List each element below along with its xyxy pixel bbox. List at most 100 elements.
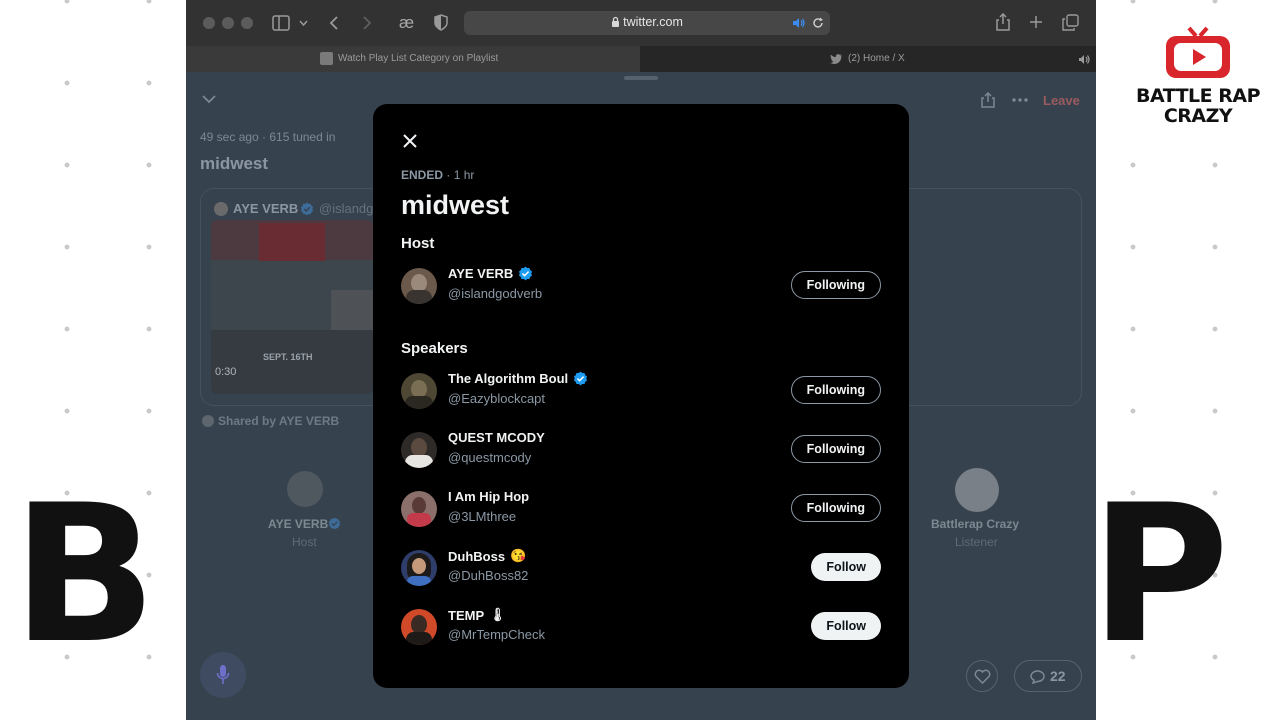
speaker-row[interactable]: QUEST MCODY @questmcody Following: [401, 429, 881, 469]
host-row[interactable]: AYE VERB @islandgodverb Following: [401, 265, 881, 305]
chat-bubble-icon: [1030, 670, 1045, 684]
person-handle: @Eazyblockcapt: [448, 391, 546, 406]
avatar: [401, 609, 437, 645]
verified-badge-icon: [300, 202, 314, 216]
kiss-emoji-icon: 😘: [510, 548, 527, 563]
speaker-row[interactable]: The Algorithm Boul @Eazyblockcapt Follow…: [401, 370, 881, 410]
chevron-down-icon[interactable]: [299, 19, 308, 27]
person-name: TEMP 🌡: [448, 607, 506, 623]
host-heading: Host: [401, 235, 435, 252]
close-icon[interactable]: [400, 131, 420, 151]
space-meta: 49 sec ago · 615 tuned in: [200, 130, 336, 144]
browser-toolbar: æ twitter.com: [186, 0, 1096, 46]
speaker-row[interactable]: DuhBoss 😘 @DuhBoss82 Follow: [401, 547, 881, 587]
avatar: [401, 432, 437, 468]
person-name: The Algorithm Boul: [448, 371, 588, 386]
drag-handle[interactable]: [624, 76, 658, 80]
host-avatar[interactable]: [287, 471, 323, 507]
zoom-window-button[interactable]: [241, 17, 253, 29]
brand-name: BATTLE RAP CRAZY: [1135, 85, 1261, 127]
person-name: QUEST MCODY: [448, 430, 545, 445]
bird-favicon-icon: [830, 54, 842, 64]
status-duration: · 1 hr: [446, 168, 475, 182]
following-button[interactable]: Following: [790, 494, 881, 522]
shared-by-avatar: [202, 415, 214, 427]
brand-name-line2: CRAZY: [1163, 105, 1233, 127]
follow-button[interactable]: Follow: [811, 553, 881, 581]
tab-home-x-label: (2) Home / X: [848, 53, 905, 64]
card-host-avatar: [214, 202, 228, 216]
extension-ae-icon[interactable]: æ: [399, 12, 414, 34]
thumb-sign: [331, 290, 373, 330]
follow-button[interactable]: Follow: [811, 612, 881, 640]
back-icon[interactable]: [329, 15, 339, 31]
tab-playlist[interactable]: Watch Play List Category on Playlist: [186, 46, 640, 72]
avatar: [401, 491, 437, 527]
leave-button[interactable]: Leave: [1043, 93, 1080, 108]
collapse-chevron-icon[interactable]: [202, 94, 216, 104]
mic-button[interactable]: [200, 652, 246, 698]
audio-playing-icon[interactable]: [792, 17, 806, 29]
following-button[interactable]: Following: [790, 376, 881, 404]
avatar: [401, 550, 437, 586]
tab-audio-icon[interactable]: [1078, 54, 1091, 65]
space-status: ENDED · 1 hr: [401, 168, 474, 182]
modal-title: midwest: [401, 190, 510, 220]
more-options-icon[interactable]: [1012, 98, 1028, 102]
speaker-name-text: TEMP: [448, 607, 485, 623]
tab-home-x[interactable]: (2) Home / X: [640, 46, 1096, 72]
shared-by-text: Shared by AYE VERB: [218, 414, 340, 428]
thumb-time-text: 0:30: [215, 366, 237, 378]
thermometer-emoji-icon: 🌡: [489, 607, 506, 622]
reload-icon[interactable]: [812, 17, 824, 29]
address-bar[interactable]: twitter.com: [464, 11, 830, 35]
comments-button[interactable]: 22: [1014, 660, 1082, 692]
speaker-name-text: I Am Hip Hop: [448, 489, 530, 504]
mic-icon: [216, 665, 230, 684]
status-label: ENDED: [401, 168, 444, 182]
host-name: AYE VERB: [268, 517, 329, 531]
verified-badge-icon: [574, 371, 588, 386]
speaker-name-text: QUEST MCODY: [448, 430, 545, 445]
person-name: I Am Hip Hop: [448, 489, 529, 504]
privacy-shield-icon[interactable]: [434, 14, 448, 31]
following-button[interactable]: Following: [790, 271, 881, 299]
speakers-heading: Speakers: [401, 340, 468, 357]
tv-play-icon: [1166, 26, 1230, 78]
person-handle: @DuhBoss82: [448, 568, 529, 583]
forward-icon[interactable]: [362, 15, 372, 31]
share-space-icon[interactable]: [981, 92, 995, 108]
person-name: DuhBoss 😘: [448, 548, 526, 564]
url-text: twitter.com: [464, 15, 830, 29]
speaker-row[interactable]: I Am Hip Hop @3LMthree Following: [401, 488, 881, 528]
speaker-name-text: DuhBoss: [448, 548, 506, 564]
tab-overview-icon[interactable]: [1062, 14, 1079, 31]
brand-name-line1: BATTLE RAP: [1135, 85, 1261, 107]
thumb-date-text: SEPT. 16TH: [263, 352, 313, 362]
comments-count: 22: [1050, 668, 1066, 684]
verified-badge-icon: [328, 517, 341, 530]
speaker-row[interactable]: TEMP 🌡 @MrTempCheck Follow: [401, 606, 881, 646]
person-name: AYE VERB: [448, 266, 533, 281]
share-icon[interactable]: [996, 13, 1010, 31]
react-button[interactable]: [966, 660, 998, 692]
card-host-name: AYE VERB: [233, 201, 299, 216]
heart-plus-icon: [974, 669, 991, 684]
following-button[interactable]: Following: [790, 435, 881, 463]
brand-logo: BATTLE RAP CRAZY: [1128, 14, 1268, 154]
playlist-favicon-icon: [320, 52, 333, 65]
sidebar-icon[interactable]: [272, 15, 290, 31]
person-handle: @MrTempCheck: [448, 627, 545, 642]
minimize-window-button[interactable]: [222, 17, 234, 29]
new-tab-icon[interactable]: [1029, 15, 1043, 29]
lock-icon: [612, 16, 620, 27]
listener-avatar[interactable]: [955, 468, 999, 512]
close-window-button[interactable]: [203, 17, 215, 29]
person-handle: @islandgodverb: [448, 286, 543, 301]
watermark-letters-left: B: [12, 464, 157, 685]
card-host-handle: @islandg: [319, 201, 374, 216]
avatar: [401, 268, 437, 304]
speaker-name-text: The Algorithm Boul: [448, 371, 569, 386]
video-thumbnail[interactable]: SEPT. 16TH 0:30: [211, 220, 373, 394]
person-handle: @3LMthree: [448, 509, 517, 524]
